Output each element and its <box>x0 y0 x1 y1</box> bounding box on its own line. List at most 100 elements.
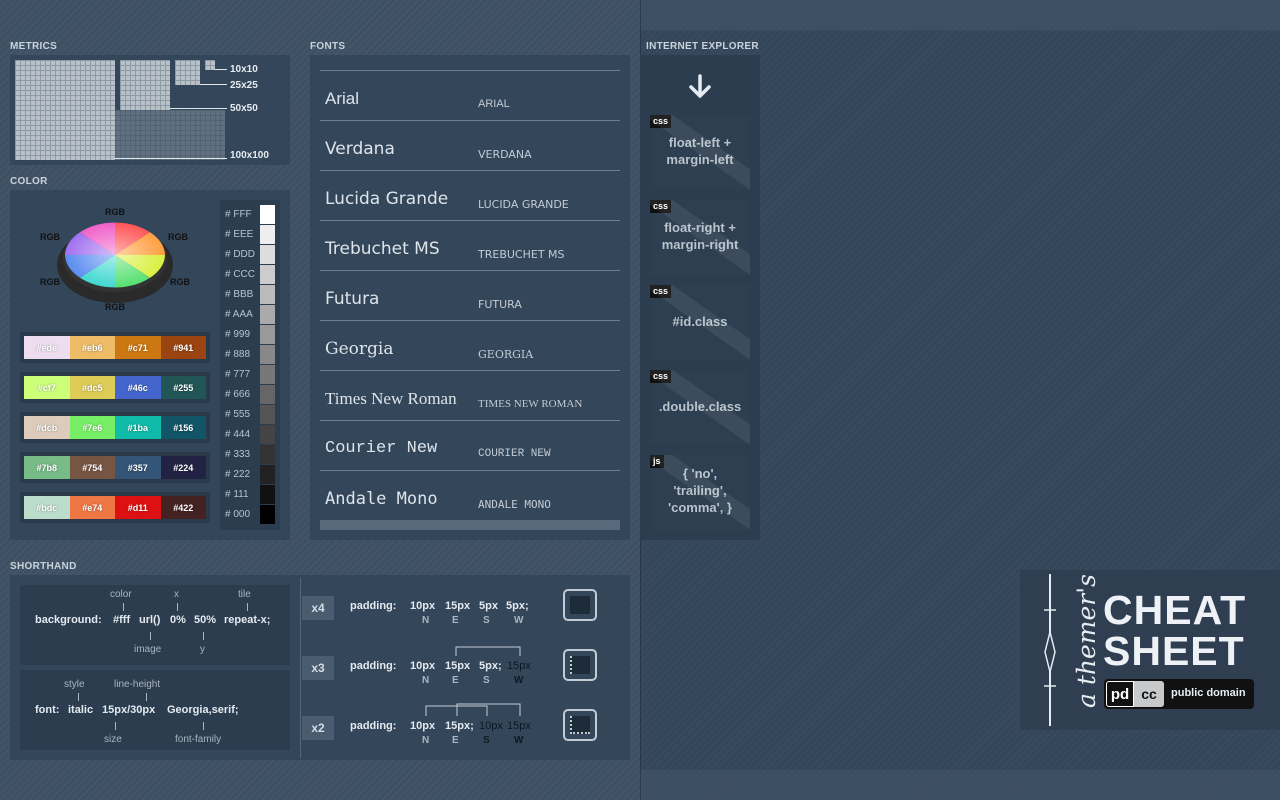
padding-value: 10px <box>410 660 436 672</box>
ie-hack-text: float-left + <box>668 135 732 150</box>
padding-value-implied: 15px <box>507 660 531 672</box>
gray-swatch-row: # 333 <box>225 445 277 465</box>
shorthand-annotation: y <box>200 644 205 655</box>
gray-swatch-row: # EEE <box>225 225 277 245</box>
shorthand-value: 15px/30px <box>102 704 156 716</box>
annotation-tick <box>247 603 248 611</box>
cheat-sheet-badge: a themer's CHEAT SHEET pd cc public doma… <box>1020 570 1280 730</box>
direction-label: W <box>514 615 524 626</box>
font-list-item: Times New Roman TIMES NEW ROMAN <box>320 370 620 420</box>
gray-swatch-row: # AAA <box>225 305 277 325</box>
color-swatch: #941 <box>160 336 206 359</box>
metric-line <box>170 108 227 109</box>
color-swatch: #eb6 <box>69 336 115 359</box>
color-swatch: #dcb <box>24 416 70 439</box>
shorthand-annotation: tile <box>238 589 251 600</box>
font-caption: ARIAL <box>478 98 510 110</box>
color-swatch: #156 <box>160 416 206 439</box>
gray-swatch <box>260 245 275 264</box>
annotation-tick <box>123 603 124 611</box>
shorthand-title: SHORTHAND <box>10 561 77 572</box>
shorthand-annotation: color <box>110 589 132 600</box>
annotation-tick <box>146 693 147 701</box>
down-arrow-icon <box>689 74 711 98</box>
metric-line <box>215 69 227 70</box>
gray-label: # 888 <box>225 349 251 360</box>
color-swatch: #422 <box>160 496 206 519</box>
font-caption: COURIER NEW <box>478 448 551 460</box>
shorthand-annotation: image <box>134 644 162 655</box>
gray-swatch-row: # BBB <box>225 285 277 305</box>
cc-icon: cc <box>1134 681 1164 707</box>
direction-label: N <box>422 615 430 626</box>
ie-hack-text: margin-left <box>666 152 734 167</box>
gray-swatch <box>260 385 275 404</box>
font-list-footer <box>320 520 620 530</box>
padding-value: 10px <box>410 720 436 732</box>
badge-script-text: a themer's <box>1072 574 1101 708</box>
rgb-label: RGB <box>40 277 60 287</box>
gray-label: # EEE <box>225 229 254 240</box>
gray-swatch <box>260 425 275 444</box>
padding-value: 15px; <box>445 720 474 732</box>
metrics-title: METRICS <box>10 41 58 52</box>
gray-label: # 666 <box>225 389 251 400</box>
color-swatch: #224 <box>160 456 206 479</box>
gray-swatch <box>260 285 275 304</box>
direction-label: N <box>422 675 430 686</box>
gray-swatch <box>260 505 275 524</box>
padding-property: padding: <box>350 660 397 672</box>
rgb-label: RGB <box>105 302 125 312</box>
direction-label: S <box>483 675 490 686</box>
padding-box-icon <box>563 649 597 681</box>
gray-swatch <box>260 265 275 284</box>
direction-label: W <box>514 735 524 746</box>
shorthand-property: background: <box>35 614 102 626</box>
font-name: Verdana <box>325 139 395 159</box>
font-list-item: Verdana VERDANA <box>320 120 620 170</box>
metric-grid-25 <box>175 60 200 85</box>
gray-label: # CCC <box>225 269 256 280</box>
gray-label: # 111 <box>225 489 249 500</box>
shorthand-annotation: x <box>174 589 179 600</box>
metric-label: 50x50 <box>230 103 258 114</box>
font-name: Andale Mono <box>325 489 438 509</box>
gray-label: # BBB <box>225 289 254 300</box>
ie-hack-card: css float-right + margin-right <box>650 200 750 275</box>
badge-title-line1: CHEAT <box>1103 587 1247 633</box>
color-swatch: #c71 <box>115 336 161 359</box>
font-caption: FUTURA <box>478 298 522 311</box>
metric-line <box>115 158 227 159</box>
shorthand-value: 50% <box>194 614 217 626</box>
code-type-tag: css <box>650 115 672 128</box>
gray-swatch-row: # FFF <box>225 205 277 225</box>
padding-value: 15px <box>445 600 471 612</box>
ie-hack-text: margin-right <box>661 237 739 252</box>
ie-hack-card: css float-left + margin-left <box>650 115 750 190</box>
code-type-tag: js <box>650 455 664 468</box>
direction-label: S <box>483 735 490 746</box>
ie-hack-card: js { 'no', 'trailing', 'comma', } <box>650 455 750 530</box>
annotation-tick <box>150 632 151 640</box>
ie-hack-text: #id.class <box>672 314 728 329</box>
shorthand-value: repeat-x; <box>224 614 271 626</box>
badge-title-line2: SHEET <box>1103 628 1245 674</box>
color-swatch: #e74 <box>69 496 115 519</box>
rgb-label: RGB <box>168 232 188 242</box>
license-label: public domain <box>1171 687 1246 699</box>
font-name: Futura <box>325 289 380 309</box>
font-name: Times New Roman <box>325 389 457 408</box>
ribbon-ornament-icon <box>1044 574 1056 726</box>
color-swatch: #754 <box>69 456 115 479</box>
gray-label: # DDD <box>225 249 256 260</box>
bracket-icon <box>455 646 521 656</box>
shorthand-annotation: font-family <box>175 734 222 745</box>
rgb-label: RGB <box>105 207 125 217</box>
swatch-row: #7b8 #754 #357 #224 <box>20 452 210 483</box>
padding-value-implied: 10px <box>479 720 503 732</box>
color-swatch: #1ba <box>115 416 161 439</box>
gray-label: # AAA <box>225 309 253 320</box>
ie-hack-text: { 'no', <box>682 466 718 481</box>
multiplier-badge: x4 <box>302 596 334 620</box>
swatch-row: #ede #eb6 #c71 #941 <box>20 332 210 363</box>
